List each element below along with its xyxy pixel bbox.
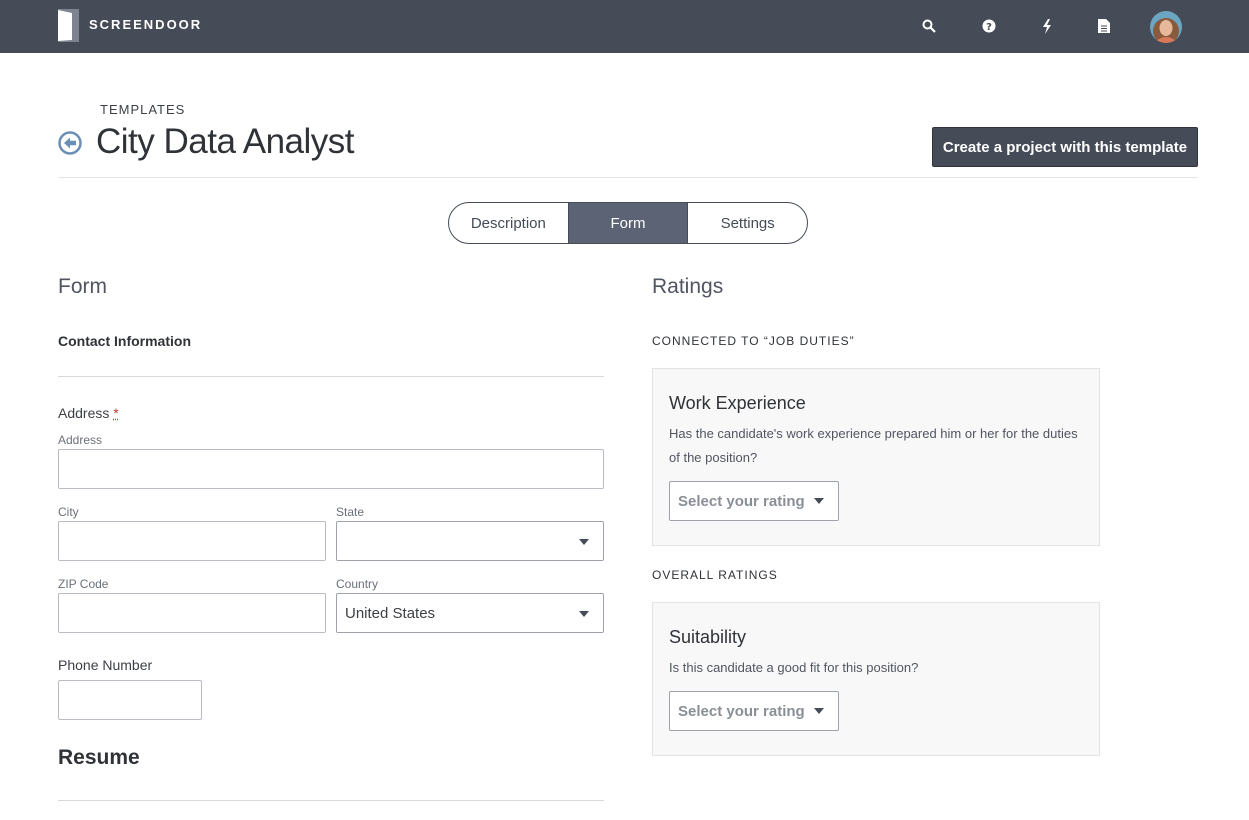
tab-form[interactable]: Form — [567, 203, 688, 243]
chevron-down-icon — [814, 498, 824, 504]
page-title: City Data Analyst — [96, 122, 355, 161]
country-sublabel: Country — [336, 577, 379, 591]
form-heading: Form — [58, 275, 107, 298]
zip-code-input[interactable] — [58, 593, 326, 633]
rating-select-placeholder: Select your rating — [678, 702, 805, 720]
tab-settings[interactable]: Settings — [687, 203, 807, 243]
suitability-rating-select[interactable]: Select your rating — [669, 691, 839, 731]
city-input[interactable] — [58, 521, 326, 561]
help-icon[interactable]: ? — [979, 16, 999, 36]
city-sublabel: City — [58, 505, 79, 519]
connected-to-label: CONNECTED TO “JOB DUTIES” — [652, 334, 855, 348]
svg-text:?: ? — [986, 22, 992, 33]
chevron-down-icon — [579, 611, 589, 617]
bolt-icon[interactable] — [1037, 16, 1057, 36]
create-project-button[interactable]: Create a project with this template — [932, 127, 1198, 167]
ratings-heading: Ratings — [652, 275, 724, 298]
contact-information-heading: Contact Information — [58, 333, 191, 349]
suitability-description: Is this candidate a good fit for this po… — [669, 660, 919, 675]
resume-divider — [58, 800, 604, 801]
tab-description[interactable]: Description — [449, 203, 568, 243]
country-select[interactable]: United States — [336, 593, 604, 633]
screendoor-logo-icon[interactable] — [58, 9, 79, 42]
overall-ratings-label: OVERALL RATINGS — [652, 568, 778, 582]
work-experience-card: Work Experience Has the candidate's work… — [652, 368, 1100, 546]
address-input[interactable] — [58, 449, 604, 489]
address-label-text: Address — [58, 405, 110, 421]
section-divider — [58, 376, 604, 377]
chevron-down-icon — [579, 539, 589, 545]
breadcrumb[interactable]: TEMPLATES — [100, 102, 185, 117]
address-sublabel: Address — [58, 433, 103, 447]
header-divider — [58, 177, 1198, 178]
work-experience-rating-select[interactable]: Select your rating — [669, 481, 839, 521]
phone-number-input[interactable] — [58, 680, 202, 720]
suitability-title: Suitability — [669, 627, 747, 647]
required-marker: * — [113, 405, 119, 421]
brand-name[interactable]: SCREENDOOR — [89, 17, 202, 32]
work-experience-title: Work Experience — [669, 393, 806, 413]
chevron-down-icon — [814, 708, 824, 714]
top-navigation-bar: SCREENDOOR ? — [0, 0, 1249, 53]
rating-select-placeholder: Select your rating — [678, 492, 805, 510]
search-icon[interactable] — [919, 16, 939, 36]
work-experience-description: Has the candidate's work experience prep… — [669, 426, 1078, 465]
resume-heading: Resume — [58, 746, 140, 769]
document-icon[interactable] — [1094, 16, 1114, 36]
country-select-value: United States — [345, 604, 436, 622]
address-label: Address * — [58, 405, 119, 421]
state-select[interactable] — [336, 521, 604, 561]
user-avatar[interactable] — [1150, 11, 1182, 43]
zip-sublabel: ZIP Code — [58, 577, 109, 591]
suitability-card: Suitability Is this candidate a good fit… — [652, 602, 1100, 756]
back-arrow-icon[interactable] — [58, 131, 82, 155]
phone-number-label: Phone Number — [58, 657, 153, 673]
state-sublabel: State — [336, 505, 365, 519]
view-tabs: Description Form Settings — [448, 202, 808, 244]
